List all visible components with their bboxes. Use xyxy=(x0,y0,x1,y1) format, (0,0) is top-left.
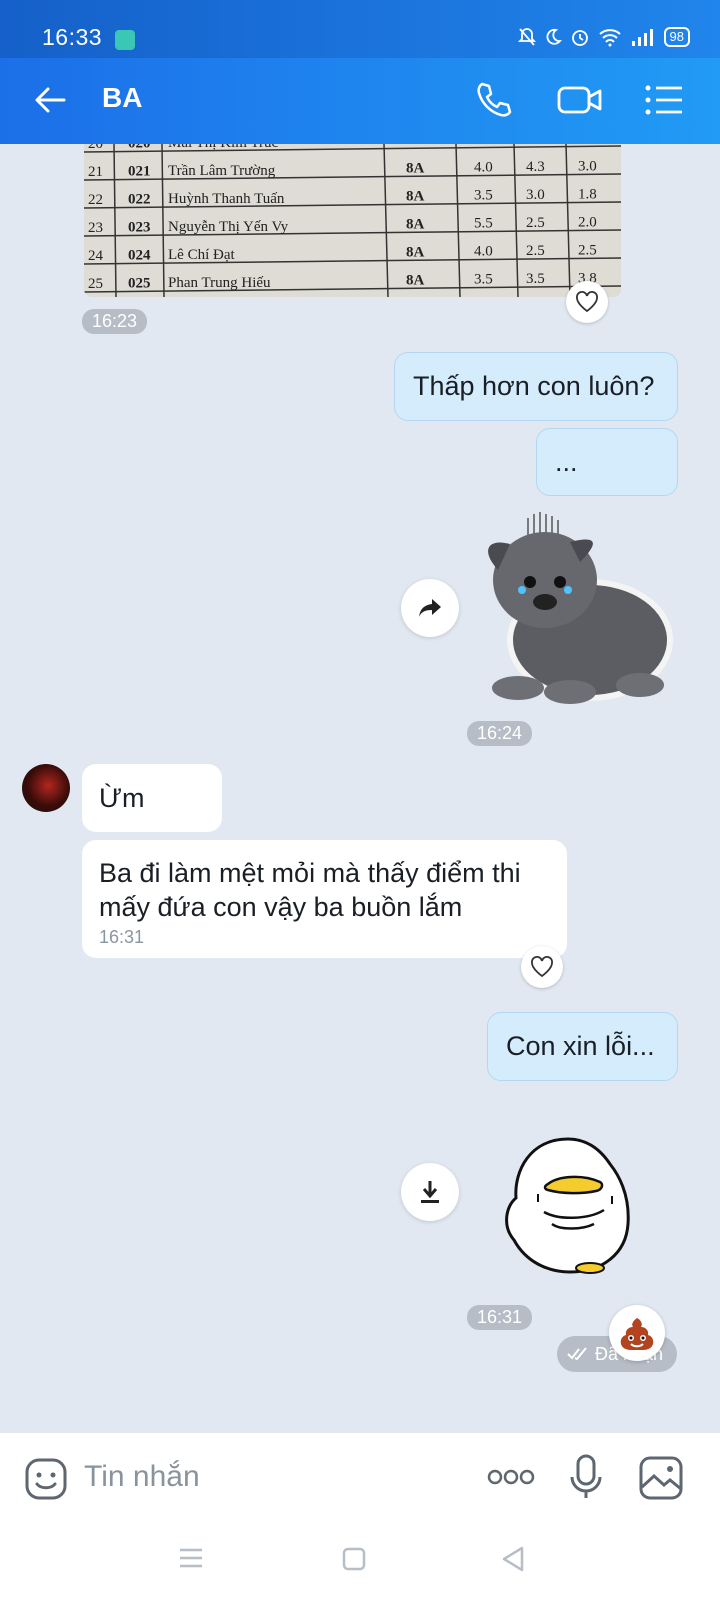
table-cell: Trần Lâm Trường xyxy=(168,163,276,179)
table-cell: 8A xyxy=(406,160,425,176)
table-cell: 22 xyxy=(88,192,103,208)
table-cell: 021 xyxy=(128,164,151,180)
table-cell: 20 xyxy=(88,144,103,152)
table-cell: Nguyễn Thị Yến Vy xyxy=(168,219,289,235)
react-heart-button[interactable] xyxy=(566,281,608,323)
table-cell: 024 xyxy=(128,248,151,264)
message-time: 16:31 xyxy=(99,927,145,947)
sad-puppy-sticker[interactable] xyxy=(470,510,680,710)
menu-list-icon[interactable] xyxy=(642,78,686,122)
table-cell: Lê Chí Đạt xyxy=(168,247,235,263)
table-cell: 3.5 xyxy=(474,272,493,288)
table-cell: 8A xyxy=(406,216,425,232)
table-cell: 022 xyxy=(128,192,151,208)
signal-icon xyxy=(631,29,653,46)
timestamp-chip: 16:24 xyxy=(467,721,533,746)
table-cell: 2.5 xyxy=(526,243,545,259)
table-cell: 2.0 xyxy=(578,214,597,230)
heart-icon xyxy=(576,291,598,313)
table-cell: 21 xyxy=(88,164,103,180)
share-arrow-icon xyxy=(419,599,441,617)
phone-call-icon[interactable] xyxy=(472,78,516,122)
sticker-emoji-icon[interactable] xyxy=(24,1457,68,1501)
timestamp-chip: 16:23 xyxy=(82,309,148,334)
alarm-icon xyxy=(571,30,588,46)
score-table-photo[interactable]: 20 020 Mai Thị Kim Trúc 21 021 Trần Lâm Trườn… xyxy=(84,144,621,297)
avatar[interactable] xyxy=(22,764,70,812)
mute-icon xyxy=(517,28,536,46)
status-time: 16:33 xyxy=(42,24,103,50)
table-cell: 24 xyxy=(88,248,104,264)
table-cell: 5.5 xyxy=(474,216,493,232)
system-nav-bar xyxy=(0,1527,720,1600)
poop-emoji-icon xyxy=(620,1318,654,1350)
status-bar: 16:33 98 xyxy=(0,0,720,58)
table-cell: 020 xyxy=(128,144,151,152)
score-table-image: 20 020 Mai Thị Kim Trúc 21 021 Trần Lâm Trườn… xyxy=(84,144,621,297)
table-cell: 25 xyxy=(88,276,103,292)
reaction-button[interactable] xyxy=(609,1305,665,1361)
table-cell: 8A xyxy=(406,244,425,260)
table-cell: 8A xyxy=(406,188,425,204)
status-icons: 98 xyxy=(517,27,690,47)
table-cell: 3.0 xyxy=(526,187,545,203)
table-cell: 23 xyxy=(88,220,103,236)
message-input[interactable]: Tin nhắn xyxy=(84,1460,200,1494)
message-line: Ba đi làm mệt mỏi mà thấy điểm thi xyxy=(99,858,521,888)
table-cell: 025 xyxy=(128,276,151,292)
double-check-icon xyxy=(567,1347,587,1361)
image-gallery-icon[interactable] xyxy=(638,1455,684,1501)
table-cell: 3.5 xyxy=(526,271,545,287)
incoming-message[interactable]: Ba đi làm mệt mỏi mà thấy điểm thi mấy đ… xyxy=(82,840,567,958)
incoming-message[interactable]: Ừm xyxy=(82,764,222,832)
table-cell: Mai Thị Kim Trúc xyxy=(168,144,278,151)
moon-icon xyxy=(546,28,562,45)
back-nav-icon[interactable] xyxy=(500,1545,526,1573)
wifi-icon xyxy=(598,29,621,47)
table-cell: 1.8 xyxy=(578,186,597,202)
table-cell: 8A xyxy=(406,272,425,288)
recent-apps-icon[interactable] xyxy=(178,1547,204,1569)
chat-header: BA xyxy=(0,58,720,144)
contact-name[interactable]: BA xyxy=(102,82,142,114)
download-icon xyxy=(421,1181,439,1203)
more-options-icon[interactable] xyxy=(487,1467,535,1487)
table-cell: Phan Trung Hiếu xyxy=(168,275,271,291)
table-cell: 4.0 xyxy=(474,244,493,260)
heart-icon xyxy=(531,956,553,978)
table-cell: 4.3 xyxy=(526,159,545,175)
home-icon[interactable] xyxy=(342,1547,366,1571)
message-line: mấy đứa con vậy ba buồn lắm xyxy=(99,892,463,922)
table-cell: 3.0 xyxy=(578,158,597,174)
forward-button[interactable] xyxy=(401,579,459,637)
outgoing-message[interactable]: Thấp hơn con luôn? xyxy=(394,352,678,421)
table-cell: Huỳnh Thanh Tuấn xyxy=(168,191,285,207)
timestamp-chip: 16:31 xyxy=(467,1305,533,1330)
table-cell: 2.5 xyxy=(578,242,597,258)
react-heart-button[interactable] xyxy=(521,946,563,988)
back-arrow-icon[interactable] xyxy=(32,82,68,118)
table-cell: 2.5 xyxy=(526,215,545,231)
video-call-icon[interactable] xyxy=(556,78,604,122)
battery-indicator: 98 xyxy=(663,27,690,47)
outgoing-message[interactable]: ... xyxy=(536,428,678,496)
notification-app-icon xyxy=(115,30,135,50)
download-button[interactable] xyxy=(401,1163,459,1221)
microphone-icon[interactable] xyxy=(568,1453,604,1501)
outgoing-message[interactable]: Con xin lỗi... xyxy=(487,1012,678,1081)
table-cell: 023 xyxy=(128,220,151,236)
crying-duck-sticker[interactable] xyxy=(500,1136,635,1276)
table-cell: 3.5 xyxy=(474,188,493,204)
table-cell: 4.0 xyxy=(474,160,493,176)
